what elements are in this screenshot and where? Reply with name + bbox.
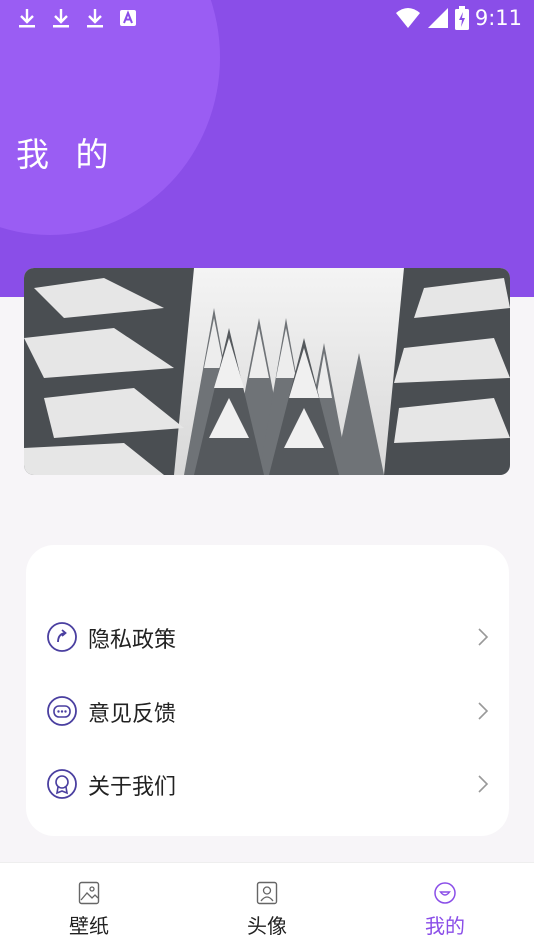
menu-item-label: 关于我们 (88, 775, 177, 800)
share-arrow-icon (47, 622, 77, 652)
page-title: 我 的 (16, 135, 117, 174)
download-icon (87, 9, 103, 28)
tab-wallpaper[interactable]: 壁纸 (0, 863, 178, 950)
status-bar-system: 9:11 (395, 6, 522, 30)
portrait-icon (256, 881, 278, 905)
download-icon (53, 9, 69, 28)
banner-image (24, 268, 510, 475)
wifi-icon (395, 8, 420, 28)
status-bar-notifications (17, 7, 137, 29)
badge-icon (47, 769, 77, 799)
tab-mine[interactable]: 我的 (356, 863, 534, 950)
menu-item-label: 隐私政策 (88, 628, 177, 653)
signal-icon (427, 8, 448, 28)
menu-card: 隐私政策 意见反馈 关于我们 (26, 545, 509, 836)
chevron-right-icon (478, 628, 489, 646)
a-icon (120, 10, 136, 26)
menu-item-about-us[interactable]: 关于我们 (26, 756, 509, 812)
download-icon (19, 9, 35, 28)
tab-label: 头像 (247, 914, 287, 938)
menu-item-privacy-policy[interactable]: 隐私政策 (26, 609, 509, 665)
chevron-right-icon (478, 775, 489, 793)
chevron-right-icon (478, 702, 489, 720)
picture-icon (78, 881, 100, 905)
menu-item-label: 意见反馈 (88, 702, 177, 727)
battery-charging-icon (454, 6, 469, 30)
tab-avatar[interactable]: 头像 (178, 863, 356, 950)
status-bar: 9:11 (0, 0, 534, 38)
snowy-forest-image (24, 268, 510, 475)
menu-item-feedback[interactable]: 意见反馈 (26, 683, 509, 739)
status-time: 9:11 (474, 6, 522, 30)
smile-icon (434, 882, 456, 904)
chat-bubble-icon (47, 696, 77, 726)
tab-label: 壁纸 (69, 914, 109, 938)
tab-label: 我的 (425, 914, 465, 938)
bottom-tab-bar: 壁纸 头像 我的 (0, 862, 534, 950)
